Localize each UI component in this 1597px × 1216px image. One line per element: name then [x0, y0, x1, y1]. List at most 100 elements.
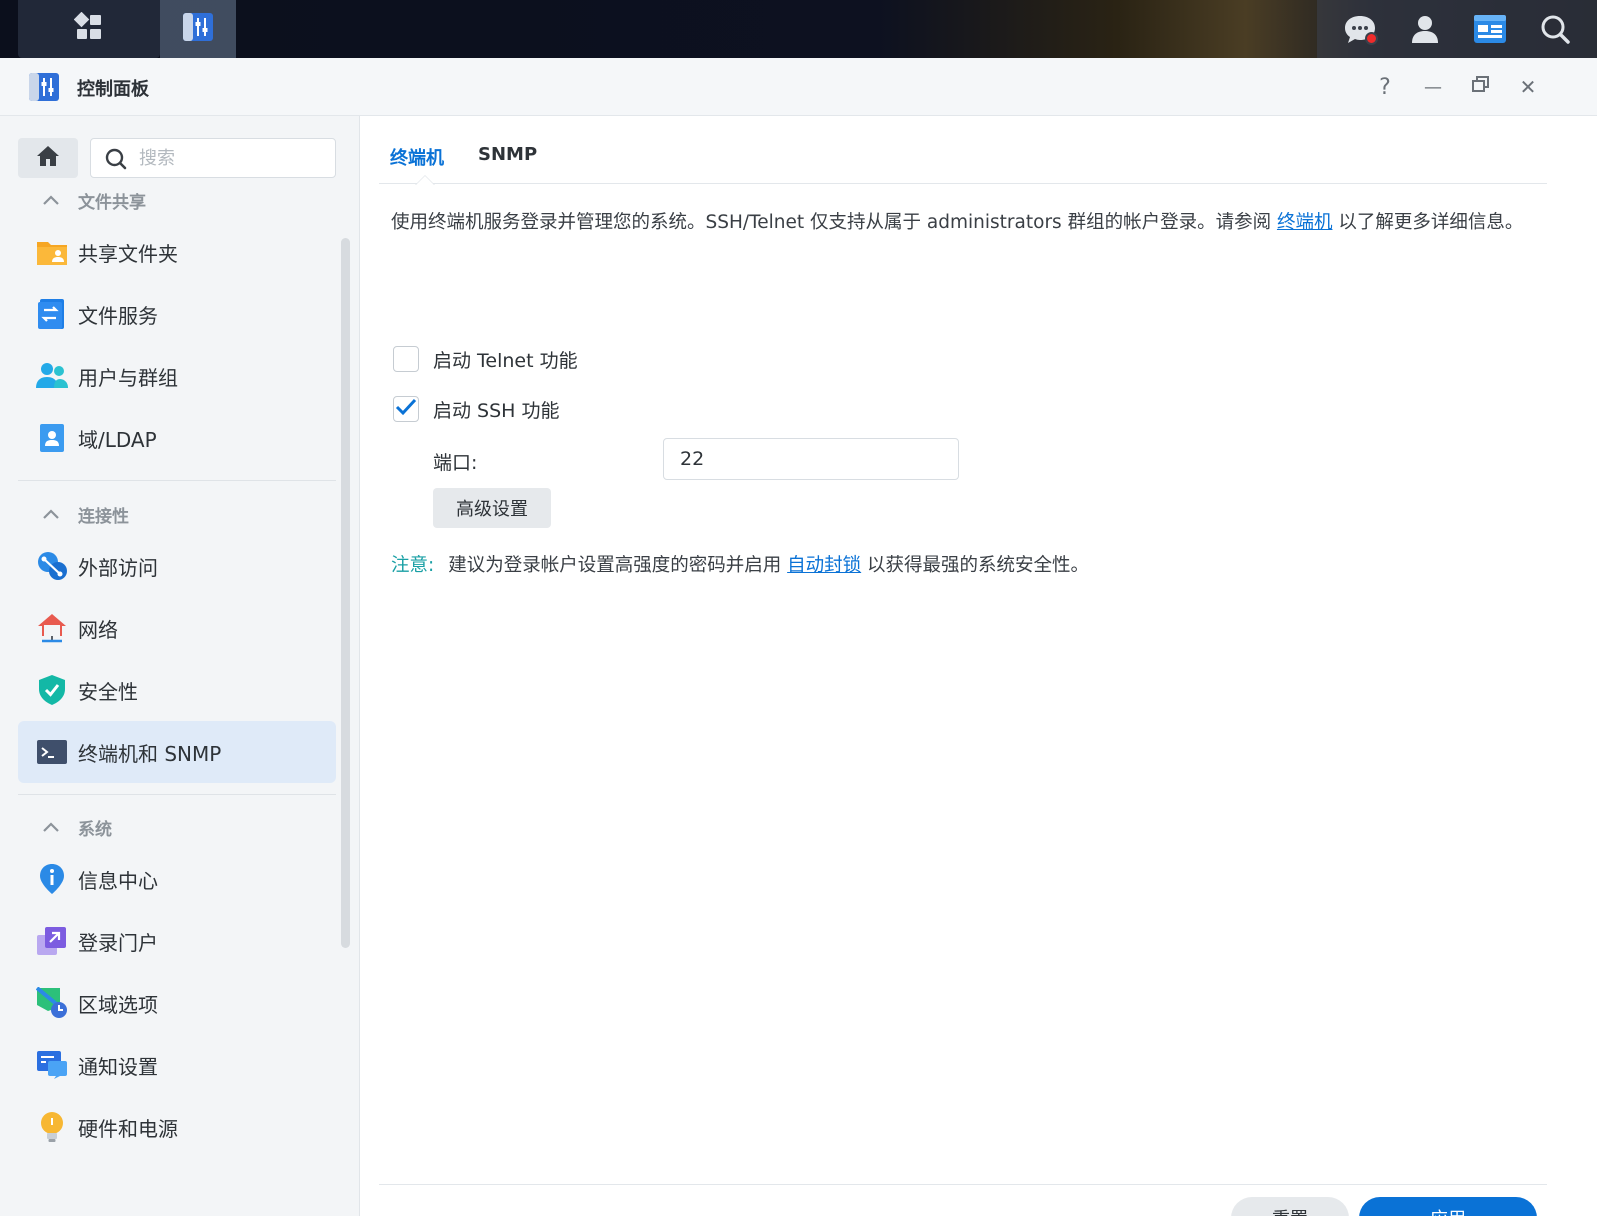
- close-button[interactable]: ✕: [1513, 72, 1543, 102]
- sidebar-item-regional-options[interactable]: 区域选项: [18, 972, 336, 1034]
- ssh-option[interactable]: 启动 SSH 功能: [393, 394, 560, 424]
- widgets-icon[interactable]: [1472, 11, 1508, 47]
- ssh-checkbox[interactable]: [393, 396, 419, 422]
- sidebar-item-label: 安全性: [78, 679, 138, 704]
- sidebar-item-shared-folder[interactable]: 共享文件夹: [18, 221, 336, 283]
- minimize-icon: —: [1424, 76, 1442, 98]
- restore-icon: [1471, 74, 1491, 100]
- telnet-option[interactable]: 启动 Telnet 功能: [393, 344, 578, 374]
- telnet-checkbox[interactable]: [393, 346, 419, 372]
- domain-ldap-icon: [36, 422, 68, 454]
- sidebar-item-label: 用户与群组: [78, 365, 178, 390]
- tab-terminal[interactable]: 终端机: [390, 144, 444, 170]
- close-icon: ✕: [1519, 75, 1537, 99]
- sidebar-item-label: 域/LDAP: [78, 427, 157, 452]
- notification-dot: [1364, 32, 1378, 45]
- sidebar-item-users-groups[interactable]: 用户与群组: [18, 345, 336, 407]
- group-label: 系统: [78, 819, 112, 840]
- description-text: 使用终端机服务登录并管理您的系统。SSH/Telnet 仅支持从属于 admin…: [391, 212, 1277, 233]
- search-box[interactable]: [90, 138, 336, 178]
- terminal-help-link[interactable]: 终端机: [1277, 212, 1333, 233]
- sidebar-item-label: 通知设置: [78, 1054, 158, 1079]
- regional-options-icon: [36, 987, 68, 1019]
- minimize-button[interactable]: —: [1418, 72, 1448, 102]
- sidebar-item-security[interactable]: 安全性: [18, 659, 336, 721]
- group-header-connectivity[interactable]: 连接性: [42, 500, 129, 528]
- sidebar-item-label: 终端机和 SNMP: [78, 741, 222, 766]
- description-text: 以了解更多详细信息。: [1332, 212, 1524, 233]
- window-titlebar[interactable]: 控制面板 ? — ✕: [0, 58, 1597, 116]
- sidebar-item-info-center[interactable]: 信息中心: [18, 848, 336, 910]
- terminal-description: 使用终端机服务登录并管理您的系统。SSH/Telnet 仅支持从属于 admin…: [391, 208, 1541, 238]
- chat-notification-icon[interactable]: [1342, 11, 1378, 47]
- sidebar: 文件共享 共享文件夹: [0, 116, 360, 1216]
- note-text: 以获得最强的系统安全性。: [861, 555, 1090, 576]
- help-icon: ?: [1379, 74, 1391, 100]
- info-center-icon: [36, 863, 68, 895]
- chevron-up-icon: [42, 821, 62, 833]
- search-input[interactable]: [139, 145, 319, 171]
- shared-folder-icon: [36, 236, 68, 268]
- users-groups-icon: [36, 360, 68, 392]
- control-panel-icon: [181, 11, 215, 47]
- hardware-power-icon: [36, 1111, 68, 1143]
- sidebar-divider: [18, 794, 336, 795]
- taskbar-tray: [1317, 0, 1597, 58]
- group-label: 文件共享: [78, 192, 146, 213]
- window-title: 控制面板: [77, 79, 149, 100]
- note-text: 建议为登录帐户设置高强度的密码并启用: [448, 555, 788, 576]
- control-panel-window: 控制面板 ? — ✕ 搜索 文件共享 共享文件夹 文件服务 用户与群组 域/LD…: [0, 58, 1597, 1216]
- sidebar-item-external-access[interactable]: 外部访问: [18, 535, 336, 597]
- tab-bar: 终端机 SNMP: [379, 116, 1547, 185]
- advanced-settings-button[interactable]: 高级设置: [433, 488, 551, 528]
- reset-button[interactable]: 重置: [1231, 1197, 1349, 1216]
- help-button[interactable]: ?: [1370, 72, 1400, 102]
- search-icon: [105, 148, 127, 174]
- active-tab-indicator: [415, 175, 435, 185]
- sidebar-item-label: 文件服务: [78, 303, 158, 328]
- telnet-label: 启动 Telnet 功能: [433, 349, 578, 372]
- sidebar-item-file-services[interactable]: 文件服务: [18, 283, 336, 345]
- group-header-system[interactable]: 系统: [42, 813, 112, 841]
- port-input[interactable]: [663, 438, 959, 480]
- sidebar-item-label: 硬件和电源: [78, 1116, 178, 1141]
- sidebar-item-notification[interactable]: 通知设置: [18, 1034, 336, 1096]
- terminal-icon: [36, 736, 68, 768]
- tab-snmp[interactable]: SNMP: [478, 144, 537, 165]
- note-label: 注意:: [391, 555, 435, 576]
- main-menu-button[interactable]: [18, 0, 160, 58]
- notification-icon: [36, 1049, 68, 1081]
- ssh-label: 启动 SSH 功能: [433, 399, 560, 422]
- sidebar-item-label: 共享文件夹: [78, 241, 178, 266]
- security-shield-icon: [36, 674, 68, 706]
- group-label: 连接性: [78, 506, 129, 527]
- login-portal-icon: [36, 925, 68, 957]
- sidebar-item-login-portal[interactable]: 登录门户: [18, 910, 336, 972]
- sidebar-item-label: 信息中心: [78, 868, 158, 893]
- file-services-icon: [36, 298, 68, 330]
- restore-button[interactable]: [1466, 72, 1496, 102]
- sidebar-item-label: 登录门户: [78, 930, 158, 955]
- auto-block-link[interactable]: 自动封锁: [787, 555, 861, 576]
- sidebar-item-label: 外部访问: [78, 555, 158, 580]
- network-icon: [36, 612, 68, 644]
- main-menu-icon: [73, 11, 104, 46]
- sidebar-item-label: 网络: [78, 617, 118, 642]
- sidebar-item-network[interactable]: 网络: [18, 597, 336, 659]
- chevron-up-icon: [42, 508, 62, 520]
- home-button[interactable]: [18, 138, 78, 178]
- sidebar-divider: [18, 480, 336, 481]
- sidebar-item-domain-ldap[interactable]: 域/LDAP: [18, 407, 336, 469]
- sidebar-item-hardware-power[interactable]: 硬件和电源: [18, 1096, 336, 1158]
- control-panel-app-icon: [27, 71, 61, 103]
- port-label: 端口:: [433, 452, 478, 474]
- sidebar-scrollbar[interactable]: [341, 238, 350, 948]
- user-icon[interactable]: [1407, 11, 1443, 47]
- sidebar-item-label: 区域选项: [78, 992, 158, 1017]
- taskbar-control-panel-button[interactable]: [160, 0, 236, 58]
- sidebar-item-terminal-snmp[interactable]: 终端机和 SNMP: [18, 721, 336, 783]
- group-header-file-sharing[interactable]: 文件共享: [42, 186, 146, 214]
- global-search-icon[interactable]: [1537, 11, 1573, 47]
- apply-button[interactable]: 应用: [1359, 1197, 1537, 1216]
- taskbar: [0, 0, 1597, 58]
